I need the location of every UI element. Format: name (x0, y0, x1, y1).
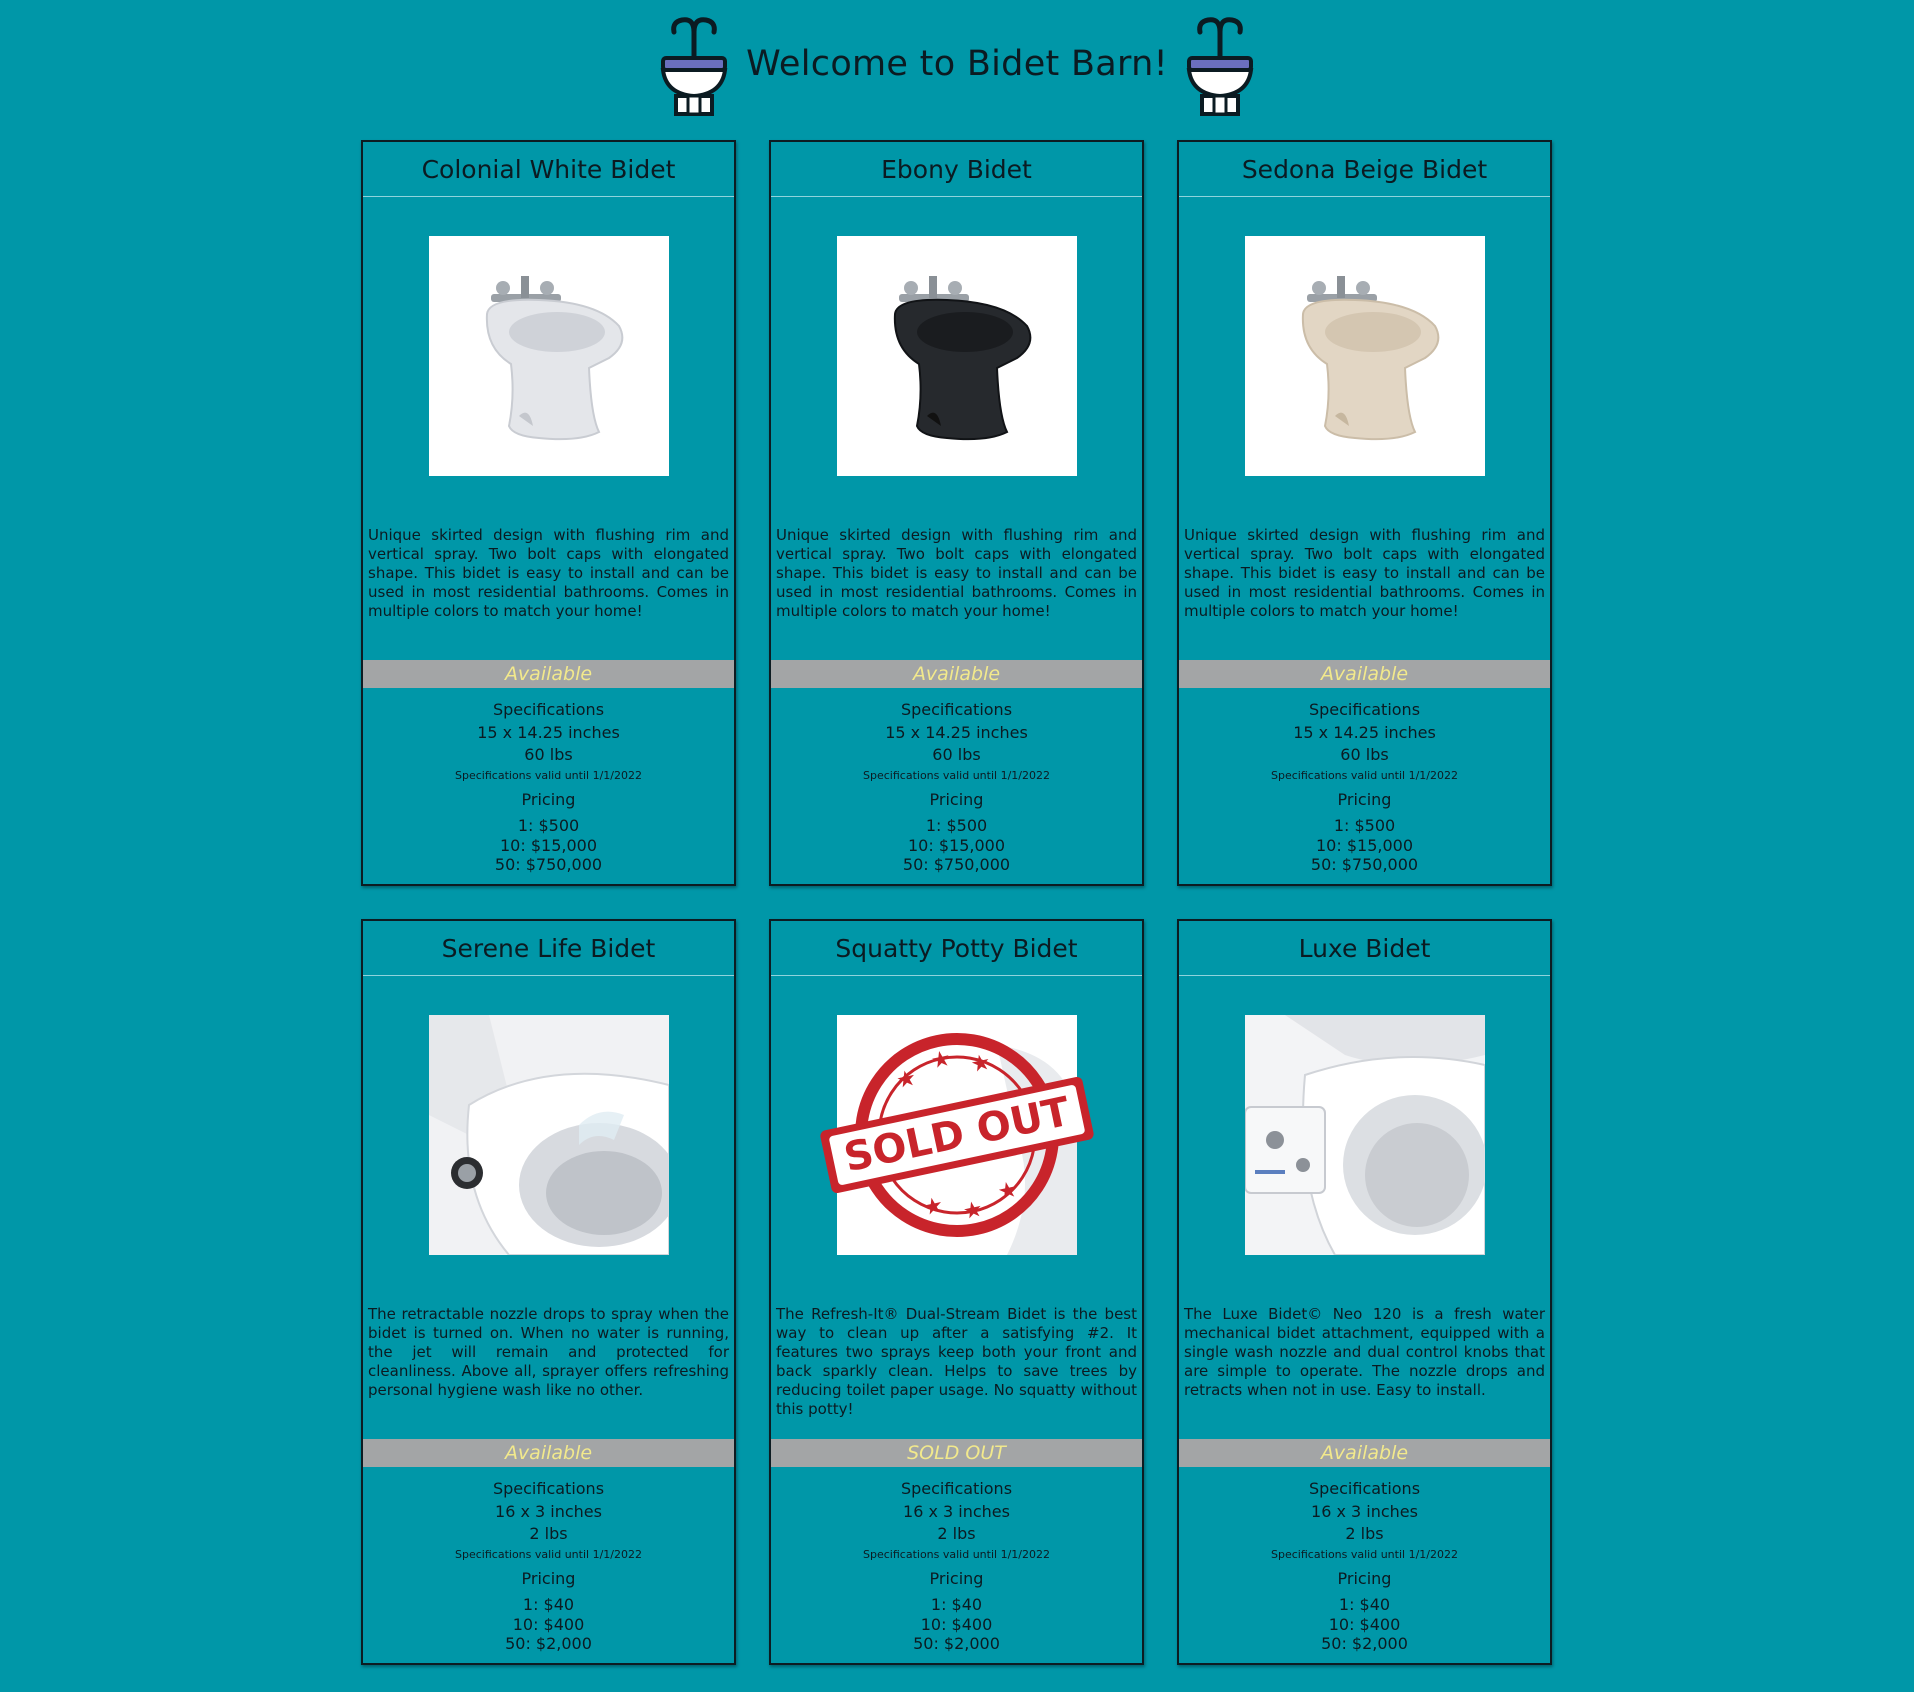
page-header: Welcome to Bidet Barn! (0, 0, 1914, 128)
dimensions: 15 x 14.25 inches (1293, 723, 1436, 742)
specifications-section: Specifications 16 x 3 inches 2 lbs Speci… (1179, 1477, 1550, 1654)
price-tier: 50: $750,000 (494, 855, 603, 874)
product-card: Colonial White Bidet Unique skirted desi… (361, 140, 736, 886)
pricing-heading: Pricing (929, 1569, 984, 1588)
faucet-icon (1307, 276, 1377, 302)
sold-out-stamp-image: SOLD OUT ★ ★ ★ ★ ★ ★ (820, 1015, 1094, 1255)
specs-validity-note: Specifications valid until 1/1/2022 (455, 769, 642, 782)
status-badge: SOLD OUT (771, 1439, 1142, 1467)
price-tier: 50: $750,000 (902, 855, 1011, 874)
weight: 60 lbs (932, 745, 981, 764)
specifications-heading: Specifications (492, 1479, 605, 1498)
price-tier: 50: $2,000 (913, 1634, 1000, 1653)
faucet-icon (491, 276, 561, 302)
price-tier: 10: $400 (1328, 1614, 1401, 1634)
weight: 60 lbs (1340, 745, 1389, 764)
white-bidet-image (429, 236, 669, 476)
price-tier: 50: $2,000 (505, 1634, 592, 1653)
product-title: Sedona Beige Bidet (1179, 142, 1550, 197)
price-tier: 10: $15,000 (908, 835, 1005, 855)
product-title: Squatty Potty Bidet (771, 921, 1142, 976)
price-tier: 50: $2,000 (1321, 1634, 1408, 1653)
product-title: Luxe Bidet (1179, 921, 1550, 976)
price-tier: 1: $40 (930, 1595, 983, 1614)
specs-validity-note: Specifications valid until 1/1/2022 (1271, 769, 1458, 782)
product-title: Serene Life Bidet (363, 921, 734, 976)
price-tier: 10: $400 (920, 1614, 993, 1634)
weight: 2 lbs (529, 1524, 568, 1543)
price-tier: 10: $400 (512, 1614, 585, 1634)
product-description: The Luxe Bidet© Neo 120 is a fresh water… (1184, 1305, 1545, 1399)
product-card: Luxe Bidet The Luxe Bidet© Neo 120 is a … (1177, 919, 1552, 1665)
pricing-heading: Pricing (521, 790, 576, 809)
dimensions: 15 x 14.25 inches (885, 723, 1028, 742)
product-description: The retractable nozzle drops to spray wh… (368, 1305, 729, 1399)
pricing-heading: Pricing (521, 1569, 576, 1588)
pricing-heading: Pricing (1337, 790, 1392, 809)
specs-validity-note: Specifications valid until 1/1/2022 (863, 1548, 1050, 1561)
product-title: Colonial White Bidet (363, 142, 734, 197)
product-description: Unique skirted design with flushing rim … (1184, 526, 1545, 620)
product-grid: Colonial White Bidet Unique skirted desi… (361, 140, 1552, 1665)
specs-validity-note: Specifications valid until 1/1/2022 (1271, 1548, 1458, 1561)
specifications-heading: Specifications (492, 700, 605, 719)
black-bidet-image (837, 236, 1077, 476)
status-badge: Available (771, 660, 1142, 688)
product-card: Sedona Beige Bidet Unique skirted design… (1177, 140, 1552, 886)
dimensions: 16 x 3 inches (495, 1502, 602, 1521)
specs-validity-note: Specifications valid until 1/1/2022 (455, 1548, 642, 1561)
specifications-heading: Specifications (1308, 700, 1421, 719)
product-card: Squatty Potty Bidet SOLD OUT ★ ★ ★ ★ ★ ★ (769, 919, 1144, 1665)
product-title: Ebony Bidet (771, 142, 1142, 197)
faucet-icon (899, 276, 969, 302)
price-tier: 1: $40 (1338, 1595, 1391, 1614)
dimensions: 16 x 3 inches (903, 1502, 1010, 1521)
price-tier: 1: $500 (925, 816, 988, 835)
specifications-section: Specifications 16 x 3 inches 2 lbs Speci… (363, 1477, 734, 1654)
specs-validity-note: Specifications valid until 1/1/2022 (863, 769, 1050, 782)
status-badge: Available (363, 1439, 734, 1467)
price-tier: 1: $500 (517, 816, 580, 835)
price-tier: 10: $15,000 (1316, 835, 1413, 855)
price-tier: 1: $40 (522, 1595, 575, 1614)
dimensions: 16 x 3 inches (1311, 1502, 1418, 1521)
specifications-section: Specifications 15 x 14.25 inches 60 lbs … (1179, 698, 1550, 875)
product-description: The Refresh-It® Dual-Stream Bidet is the… (776, 1305, 1137, 1418)
pricing-heading: Pricing (1337, 1569, 1392, 1588)
price-tier: 10: $15,000 (500, 835, 597, 855)
specifications-section: Specifications 15 x 14.25 inches 60 lbs … (771, 698, 1142, 875)
weight: 60 lbs (524, 745, 573, 764)
bidet-seat-image (429, 1015, 669, 1255)
beige-bidet-image (1245, 236, 1485, 476)
specifications-heading: Specifications (900, 700, 1013, 719)
product-description: Unique skirted design with flushing rim … (776, 526, 1137, 620)
specifications-heading: Specifications (900, 1479, 1013, 1498)
bidet-attachment-image (1245, 1015, 1485, 1255)
weight: 2 lbs (1345, 1524, 1384, 1543)
product-card: Ebony Bidet Unique skirted design with f… (769, 140, 1144, 886)
specifications-heading: Specifications (1308, 1479, 1421, 1498)
product-description: Unique skirted design with flushing rim … (368, 526, 729, 620)
product-card: Serene Life Bidet The retractable nozzle… (361, 919, 736, 1665)
price-tier: 50: $750,000 (1310, 855, 1419, 874)
weight: 2 lbs (937, 1524, 976, 1543)
price-tier: 1: $500 (1333, 816, 1396, 835)
status-badge: Available (1179, 660, 1550, 688)
bidet-icon (660, 17, 728, 116)
specifications-section: Specifications 16 x 3 inches 2 lbs Speci… (771, 1477, 1142, 1654)
pricing-heading: Pricing (929, 790, 984, 809)
page-title: Welcome to Bidet Barn! (746, 44, 1168, 84)
status-badge: Available (363, 660, 734, 688)
bidet-icon (1186, 17, 1254, 116)
specifications-section: Specifications 15 x 14.25 inches 60 lbs … (363, 698, 734, 875)
dimensions: 15 x 14.25 inches (477, 723, 620, 742)
status-badge: Available (1179, 1439, 1550, 1467)
